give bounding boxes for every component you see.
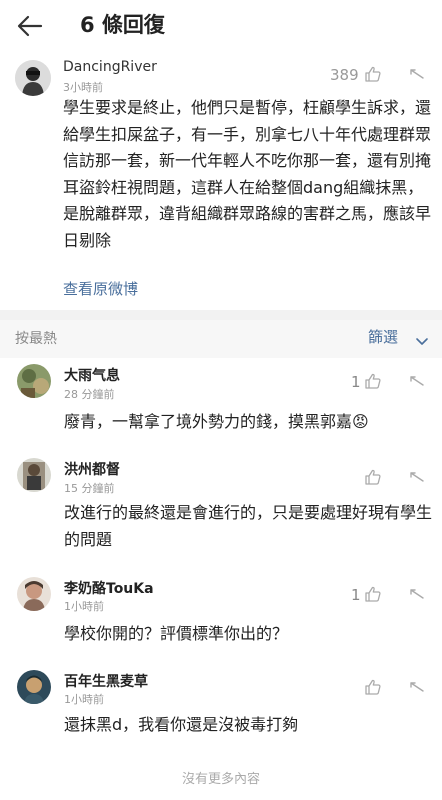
comment-text: 學生要求是終止，他們只是暫停，枉顧學生訴求，還給學生扣屎盆子，有一手，別拿七八十… — [63, 98, 432, 250]
username[interactable]: DancingRiver — [63, 59, 157, 75]
comment-time: 15 分鐘前 — [64, 482, 115, 495]
original-comment: DancingRiver 3小時前 389 學生要求是終止，他們只是暫停，枉顧學… — [0, 52, 442, 310]
filter-button[interactable]: 篩選 — [368, 326, 398, 347]
comment-time: 1小時前 — [64, 693, 104, 706]
thumbs-up-icon[interactable] — [364, 678, 382, 700]
comment-text: 廢青，一幫拿了境外勢力的錢，摸黑郭嘉😡 — [64, 412, 369, 431]
reply-icon[interactable] — [408, 372, 426, 394]
sort-bar: 按最熱 篩選 — [0, 320, 442, 358]
comment-like-count: 1 — [351, 586, 361, 604]
comment-username[interactable]: 洪州都督 — [64, 459, 120, 479]
avatar[interactable] — [17, 670, 51, 704]
comment-username[interactable]: 李奶酪TouKa — [64, 578, 154, 598]
reply-icon[interactable] — [408, 65, 426, 87]
timestamp: 3小時前 — [63, 81, 103, 94]
comment-item: 百年生黑麦草 1小時前 還抹黑d，我看你還是沒被毒打夠 — [0, 666, 442, 766]
chevron-down-icon[interactable] — [415, 332, 429, 351]
like-count: 389 — [330, 66, 359, 84]
page-title: 6 條回復 — [80, 13, 165, 37]
thumbs-up-icon[interactable] — [364, 468, 382, 490]
back-arrow-icon — [17, 15, 43, 37]
comment-like-count: 1 — [351, 373, 361, 391]
view-original-weibo-link[interactable]: 查看原微博 — [63, 278, 138, 299]
top-bar: 6 條回復 — [0, 0, 442, 52]
comment-username[interactable]: 百年生黑麦草 — [64, 671, 148, 691]
reply-icon[interactable] — [408, 468, 426, 490]
avatar[interactable] — [17, 577, 51, 611]
thumbs-up-icon[interactable] — [364, 372, 382, 394]
back-button[interactable] — [10, 8, 50, 44]
comment-item: 李奶酪TouKa 1小時前 1 學校你開的？評價標準你出的？ — [0, 573, 442, 673]
comment-text: 改進行的最終還是會進行的，只是要處理好現有學生的問題 — [64, 503, 433, 549]
comment-item: 大雨气息 28 分鐘前 1 廢青，一幫拿了境外勢力的錢，摸黑郭嘉😡 — [0, 358, 442, 458]
end-of-list-text: 沒有更多內容 — [181, 772, 260, 787]
comment-item: 洪州都督 15 分鐘前 改進行的最終還是會進行的，只是要處理好現有學生的問題 — [0, 452, 442, 572]
thumbs-up-icon[interactable] — [364, 585, 382, 607]
comment-text: 還抹黑d，我看你還是沒被毒打夠 — [64, 715, 299, 734]
comment-username[interactable]: 大雨气息 — [64, 365, 120, 385]
avatar[interactable] — [17, 458, 51, 492]
section-divider — [0, 310, 442, 320]
reply-icon[interactable] — [408, 585, 426, 607]
comment-time: 1小時前 — [64, 600, 104, 613]
comment-text: 學校你開的？評價標準你出的？ — [64, 624, 289, 643]
avatar[interactable] — [15, 60, 51, 96]
sort-hot-button[interactable]: 按最熱 — [15, 328, 57, 348]
comment-time: 28 分鐘前 — [64, 388, 115, 401]
avatar[interactable] — [17, 364, 51, 398]
thumbs-up-icon[interactable] — [364, 65, 382, 87]
reply-icon[interactable] — [408, 678, 426, 700]
